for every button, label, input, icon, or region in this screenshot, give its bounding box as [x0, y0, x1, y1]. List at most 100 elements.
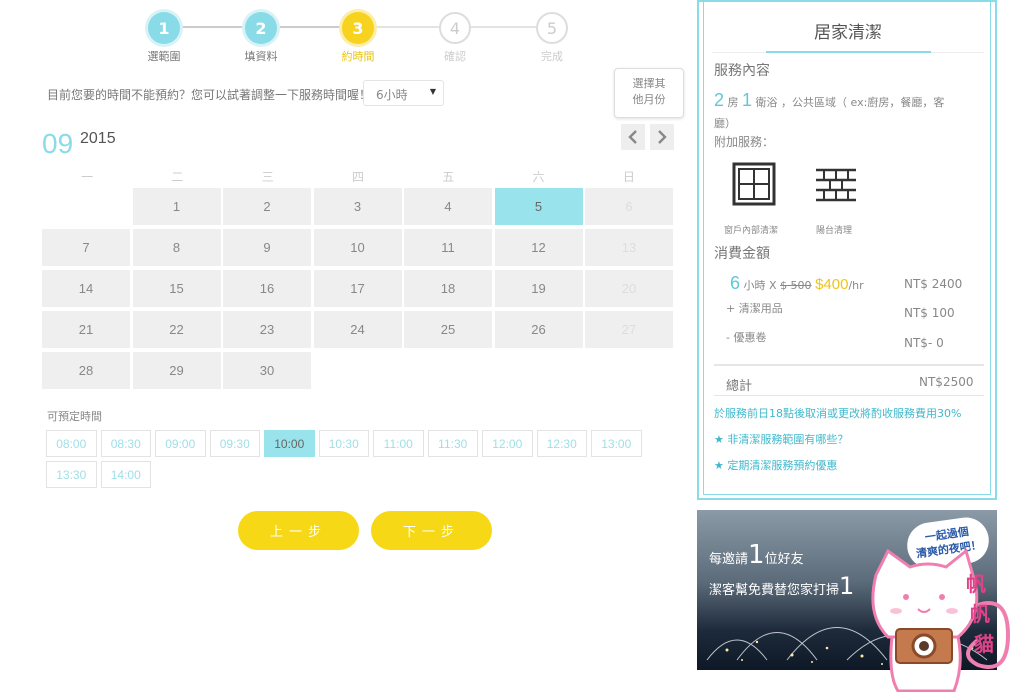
weekday-thu: 四: [351, 170, 364, 184]
baths-unit: 衛浴: [755, 96, 778, 109]
non-service-scope-link[interactable]: ★ 非清潔服務範圍有哪些？: [714, 431, 848, 447]
time-slot[interactable]: 11:30: [427, 430, 478, 457]
weekday-tue: 二: [171, 170, 184, 184]
hours-count: 6: [730, 273, 741, 293]
step-5: 5 完成: [522, 12, 582, 64]
next-month-button[interactable]: [650, 124, 674, 150]
time-slot[interactable]: 12:30: [536, 430, 587, 457]
available-times-label: 可預定時間: [47, 410, 102, 423]
regular-cleaning-offer-link[interactable]: ★ 定期清潔服務預約優惠: [714, 457, 837, 473]
time-slot[interactable]: 10:00: [264, 430, 315, 457]
calendar-day[interactable]: 11: [404, 229, 492, 266]
new-price: $400: [815, 276, 849, 293]
calendar-day[interactable]: 4: [404, 188, 492, 225]
step-5-label: 完成: [541, 50, 563, 63]
calendar-day[interactable]: 10: [313, 229, 402, 266]
weekday-wed: 三: [261, 170, 274, 184]
calendar-day[interactable]: 7: [42, 229, 130, 266]
rooms-count: 2: [714, 90, 725, 110]
calendar-year: 2015: [80, 130, 116, 147]
calendar-day[interactable]: 26: [494, 311, 583, 348]
time-slot[interactable]: 14:00: [100, 461, 151, 488]
step-3-label: 約時間: [341, 50, 375, 63]
panel-title: 居家清潔: [814, 23, 882, 43]
calendar-day[interactable]: 29: [132, 352, 221, 389]
calendar-day[interactable]: 24: [313, 311, 402, 348]
prev-step-button[interactable]: 上一步: [238, 511, 359, 550]
time-slot[interactable]: 13:30: [46, 461, 97, 488]
public-areas-text-end: 廳）: [714, 117, 736, 130]
cat-watermark-icon: 帆 帆 貓: [871, 548, 1011, 692]
calendar-empty-cell: [495, 352, 583, 389]
time-slot[interactable]: 10:30: [318, 430, 369, 457]
step-5-circle: 5: [536, 12, 568, 44]
calendar-day[interactable]: 9: [223, 229, 311, 266]
calendar-day[interactable]: 5: [494, 188, 583, 225]
cost-heading: 消費金額: [714, 246, 770, 262]
calendar-day[interactable]: 30: [223, 352, 311, 389]
supplies-price: NT$ 100: [904, 306, 955, 320]
calendar-month: 09: [42, 128, 74, 159]
next-step-button[interactable]: 下一步: [371, 511, 492, 550]
service-hours-select[interactable]: 6小時 ▼: [363, 80, 444, 106]
time-slot[interactable]: 13:00: [591, 430, 642, 457]
coupon-price: NT$- 0: [904, 336, 944, 350]
chevron-left-icon: [628, 130, 637, 144]
coupon-label: - 優惠卷: [726, 331, 767, 344]
calendar-day[interactable]: 17: [313, 270, 402, 307]
calendar-day: 27: [585, 311, 673, 348]
calendar-day[interactable]: 12: [494, 229, 583, 266]
calendar-day[interactable]: 19: [494, 270, 583, 307]
adjust-hint-text: 目前您要的時間不能預約？您可以試著調整一下服務時間喔！: [47, 88, 372, 102]
time-slot[interactable]: 09:30: [209, 430, 260, 457]
addon-balcony-label: 陽台清理: [816, 226, 853, 236]
step-4-circle: 4: [439, 12, 471, 44]
calendar-day[interactable]: 2: [223, 188, 311, 225]
cancel-fee-note: 於服務前日18點後取消或更改將酌收服務費用30%: [714, 407, 962, 420]
addon-heading: 附加服務：: [714, 135, 775, 149]
prev-month-button[interactable]: [621, 124, 645, 150]
calendar-day[interactable]: 15: [132, 270, 221, 307]
calendar-empty-cell: [42, 188, 130, 225]
calendar-day[interactable]: 14: [42, 270, 130, 307]
calendar-day[interactable]: 21: [42, 311, 130, 348]
step-4: 4 確認: [425, 12, 485, 64]
baths-count: 1: [742, 90, 753, 110]
rooms-line: 2 房 1 衛浴 ，公共區域（ ex:廚房，餐廳，客: [714, 90, 944, 111]
step-2: 2 填資料: [231, 12, 291, 64]
step-3-circle: 3: [342, 12, 374, 44]
service-hours-value: 6小時: [376, 88, 408, 102]
balcony-icon: [814, 164, 858, 208]
calendar-empty-cell: [585, 352, 673, 389]
step-4-label: 確認: [444, 50, 466, 63]
weekday-fri: 五: [442, 170, 455, 184]
addon-window-label: 窗戶內部清潔: [724, 226, 779, 236]
time-slot[interactable]: 12:00: [482, 430, 533, 457]
calendar-day[interactable]: 25: [404, 311, 492, 348]
calendar-day[interactable]: 23: [223, 311, 311, 348]
time-slot-list: 08:00 08:30 09:00 09:30 10:00 10:30 11:00 11:30…: [46, 430, 646, 488]
time-slot[interactable]: 09:00: [155, 430, 206, 457]
calendar-day[interactable]: 28: [42, 352, 130, 389]
weekday-mon: 一: [81, 170, 94, 184]
total-divider: [714, 364, 984, 366]
time-slot[interactable]: 08:30: [100, 430, 151, 457]
calendar-day[interactable]: 16: [223, 270, 311, 307]
ad-line-2: 潔客幫免費替您家打掃1: [709, 572, 855, 600]
order-summary-panel: 居家清潔 服務內容 2 房 1 衛浴 ，公共區域（ ex:廚房，餐廳，客 廳） …: [697, 0, 997, 500]
calendar-empty-cell: [404, 352, 492, 389]
panel-title-underline: [766, 51, 931, 53]
calendar-day[interactable]: 22: [132, 311, 221, 348]
calendar-day[interactable]: 18: [404, 270, 492, 307]
calendar-day[interactable]: 8: [132, 229, 221, 266]
calendar-day[interactable]: 3: [313, 188, 402, 225]
weekday-sun: 日: [622, 170, 635, 184]
old-price: $ 500: [780, 279, 812, 292]
per-hour-unit: /hr: [848, 279, 864, 292]
calendar-day[interactable]: 1: [132, 188, 221, 225]
step-2-label: 填資料: [244, 50, 278, 63]
time-slot[interactable]: 08:00: [46, 430, 97, 457]
time-slot[interactable]: 11:00: [373, 430, 424, 457]
step-1-label: 選範圍: [147, 50, 181, 63]
month-tooltip: 選擇其 他月份: [614, 68, 684, 118]
